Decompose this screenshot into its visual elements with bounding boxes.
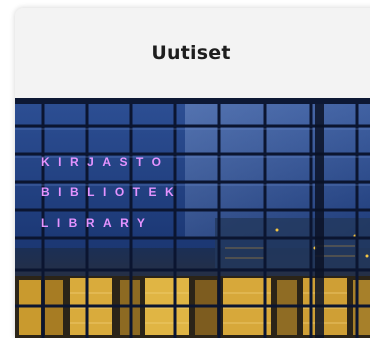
sign-line-bibliotek: BIBLIOTEK <box>41 185 182 199</box>
news-card[interactable]: Uutiset KIRJASTO BIBLIOTEK LIBRARY <box>15 8 370 338</box>
news-card-image[interactable]: KIRJASTO BIBLIOTEK LIBRARY <box>15 98 370 338</box>
news-card-title: Uutiset <box>151 42 231 64</box>
news-card-header: Uutiset <box>15 8 370 98</box>
sign-line-library: LIBRARY <box>41 216 153 230</box>
library-facade-photo: KIRJASTO BIBLIOTEK LIBRARY <box>15 98 370 338</box>
sign-line-kirjasto: KIRJASTO <box>41 155 169 169</box>
